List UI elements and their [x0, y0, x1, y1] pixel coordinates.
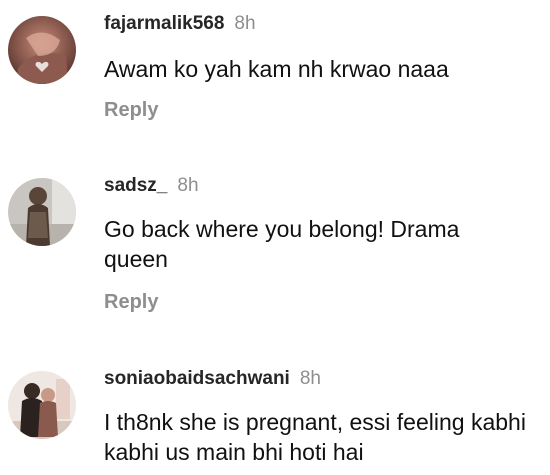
reply-button[interactable]: Reply: [104, 290, 158, 314]
user-photo-icon: [8, 16, 76, 84]
reply-button[interactable]: Reply: [104, 98, 158, 122]
username-link[interactable]: soniaobaidsachwani: [104, 368, 290, 389]
avatar[interactable]: [8, 178, 76, 246]
timestamp: 8h: [234, 13, 256, 34]
avatar[interactable]: [8, 371, 76, 439]
comment-text: I th8nk she is pregnant, essi feeling ka…: [104, 409, 526, 465]
comment-item: fajarmalik568 8h Awam ko yah kam nh krwao…: [0, 0, 550, 140]
timestamp: 8h: [177, 175, 199, 196]
comment-meta: sadsz_ 8h: [104, 174, 199, 198]
comment-text: Awam ko yah kam nh krwao naaa: [104, 56, 449, 82]
comment-meta: soniaobaidsachwani 8h: [104, 367, 321, 391]
avatar[interactable]: [8, 16, 76, 84]
username-link[interactable]: sadsz_: [104, 175, 167, 196]
comment-text: Go back where you belong! Drama queen: [104, 216, 460, 272]
comment-item: sadsz_ 8h Go back where you belong! Drama…: [0, 160, 550, 330]
timestamp: 8h: [299, 368, 321, 389]
username-link[interactable]: fajarmalik568: [104, 13, 224, 34]
comment-meta: fajarmalik568 8h: [104, 12, 256, 36]
user-photo-icon: [8, 178, 76, 246]
comment-item: soniaobaidsachwani 8h I th8nk she is preg…: [0, 355, 550, 475]
user-photo-icon: [8, 371, 76, 439]
